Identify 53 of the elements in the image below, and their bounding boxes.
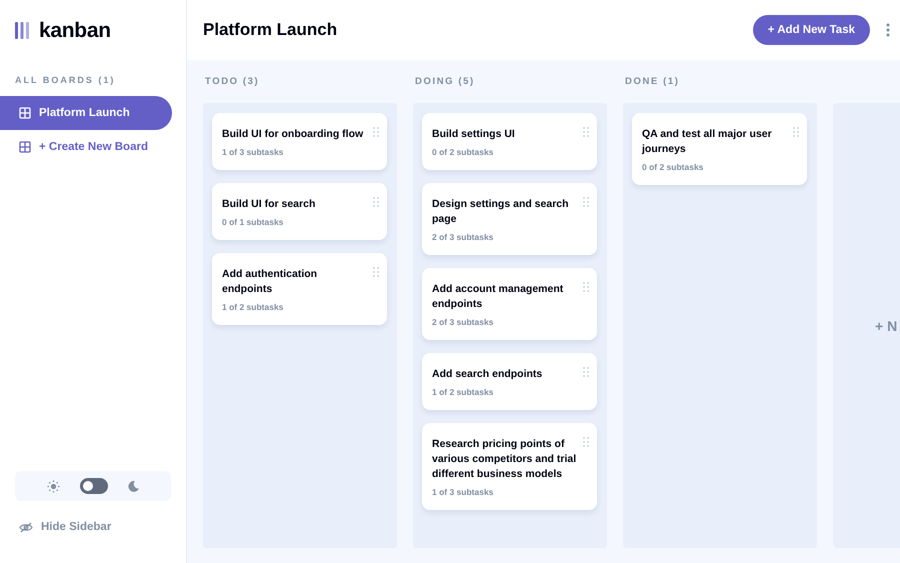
task-card[interactable]: QA and test all major user journeys 0 of 2 subtasks xyxy=(632,113,807,185)
create-board-button[interactable]: + Create New Board xyxy=(0,130,172,164)
subtask-count: 1 of 3 subtasks xyxy=(432,487,494,497)
task-card[interactable]: Build UI for onboarding flow 1 of 3 subtasks xyxy=(212,113,387,170)
column-title: DONE (1) xyxy=(625,75,680,89)
task-card[interactable]: Design settings and search page 2 of 3 subtasks xyxy=(422,183,597,255)
drag-handle-icon[interactable] xyxy=(373,127,379,137)
task-title: QA and test all major user journeys xyxy=(642,127,773,157)
task-card[interactable]: Build settings UI 0 of 2 subtasks xyxy=(422,113,597,170)
task-card[interactable]: Research pricing points of various competitors and trial different business models 1 of 3 subtasks xyxy=(422,423,597,510)
task-title: Add account management endpoints xyxy=(432,282,564,312)
board-title: Platform Launch xyxy=(203,20,338,40)
subtask-count: 0 of 2 subtasks xyxy=(432,147,494,157)
task-card[interactable]: Add account management endpoints 2 of 3 subtasks xyxy=(422,268,597,340)
more-icon[interactable] xyxy=(886,23,890,37)
subtask-count: 0 of 1 subtasks xyxy=(222,217,284,227)
subtask-count: 2 of 3 subtasks xyxy=(432,232,494,242)
drag-handle-icon[interactable] xyxy=(583,127,589,137)
task-card[interactable]: Add authentication endpoints 1 of 2 subtasks xyxy=(212,253,387,325)
eye-slash-icon xyxy=(19,522,33,532)
drag-handle-icon[interactable] xyxy=(583,367,589,377)
add-task-button[interactable]: + Add New Task xyxy=(752,15,870,45)
subtask-count: 2 of 3 subtasks xyxy=(432,317,494,327)
task-title: Build UI for search xyxy=(222,197,316,212)
task-title: Build settings UI xyxy=(432,127,516,142)
task-title: Add authentication endpoints xyxy=(222,267,318,297)
task-title: Add search endpoints xyxy=(432,367,544,382)
subtask-count: 1 of 2 subtasks xyxy=(222,302,284,312)
subtask-count: 1 of 3 subtasks xyxy=(222,147,284,157)
logo-text: kanban xyxy=(39,18,111,42)
task-title: Research pricing points of various competitors and trial different business models xyxy=(432,437,577,482)
moon-icon xyxy=(128,480,140,492)
subtask-count: 1 of 2 subtasks xyxy=(432,387,494,397)
column-title: TODO (3) xyxy=(205,75,260,89)
board-item[interactable]: Platform Launch xyxy=(0,96,172,130)
sun-icon xyxy=(46,480,60,492)
subtask-count: 0 of 2 subtasks xyxy=(642,162,704,172)
drag-handle-icon[interactable] xyxy=(583,437,589,447)
theme-switch[interactable] xyxy=(80,478,108,494)
task-card[interactable]: Add search endpoints 1 of 2 subtasks xyxy=(422,353,597,410)
column-title: DOING (5) xyxy=(415,75,476,89)
drag-handle-icon[interactable] xyxy=(373,197,379,207)
drag-handle-icon[interactable] xyxy=(373,267,379,277)
drag-handle-icon[interactable] xyxy=(583,197,589,207)
task-title: Build UI for onboarding flow xyxy=(222,127,364,142)
boards-heading: ALL BOARDS (1) xyxy=(14,74,116,85)
drag-handle-icon[interactable] xyxy=(793,127,799,137)
drag-handle-icon[interactable] xyxy=(583,282,589,292)
task-card[interactable]: Build UI for search 0 of 1 subtasks xyxy=(212,183,387,240)
board-icon xyxy=(19,107,31,119)
task-title: Design settings and search page xyxy=(432,197,570,227)
board-icon xyxy=(19,141,31,153)
logo-bars-icon xyxy=(15,22,30,39)
